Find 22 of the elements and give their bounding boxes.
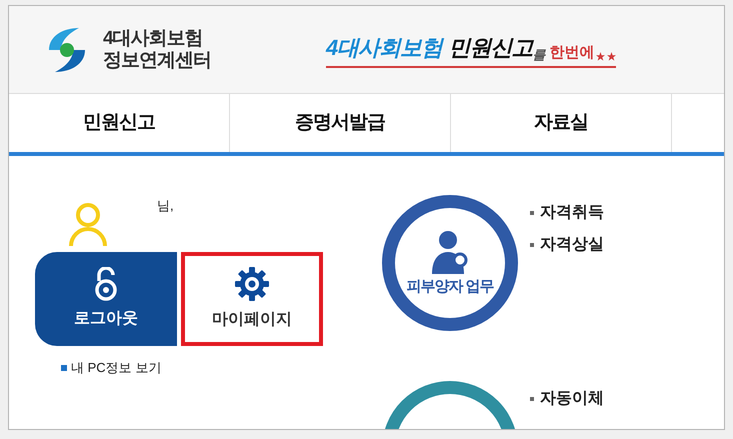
pc-info-link[interactable]: 내 PC정보 보기 — [71, 358, 162, 378]
category-link[interactable]: 자격상실 — [540, 233, 604, 257]
nav-tab[interactable]: 자료실 — [451, 94, 672, 152]
bullet-icon — [530, 397, 534, 401]
category-title: 피부양자 업무 — [406, 276, 494, 297]
logout-button[interactable]: 로그아웃 — [35, 252, 177, 346]
logo-text: 4대사회보험 — [103, 28, 204, 50]
unlocked-padlock-icon — [94, 267, 118, 301]
stars-icon — [596, 52, 616, 61]
nav-tab[interactable]: 증명서발급 — [230, 94, 451, 152]
category-link[interactable]: 자격취득 — [540, 201, 604, 225]
category-badge[interactable]: 피부양자 업무 — [382, 195, 518, 331]
gear-icon — [234, 266, 270, 302]
logo-text: 정보연계센터 — [103, 50, 211, 72]
user-avatar-icon — [67, 202, 109, 246]
bullet-icon — [61, 364, 67, 371]
nav-tab[interactable]: 민원신고 — [9, 94, 230, 152]
greeting-text: 님, — [157, 197, 174, 215]
category-link[interactable]: 자동이체 — [540, 387, 604, 411]
bullet-icon — [530, 243, 534, 247]
mypage-button[interactable]: 마이페이지 — [181, 252, 323, 346]
bullet-icon — [530, 211, 534, 215]
